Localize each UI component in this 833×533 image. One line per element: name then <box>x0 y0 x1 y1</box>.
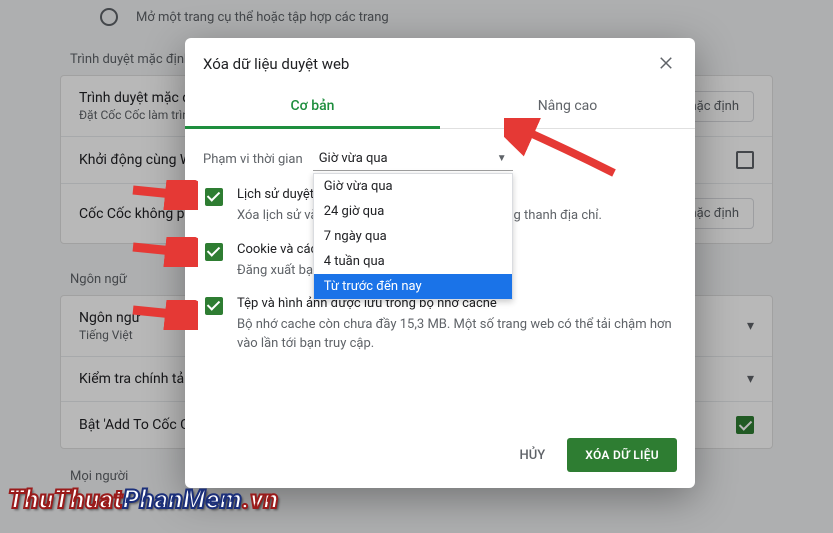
dropdown-triangle-icon: ▼ <box>497 153 507 164</box>
dialog-footer: HỦY XÓA DỮ LIỆU <box>185 424 695 488</box>
close-button[interactable] <box>657 54 677 74</box>
time-range-option[interactable]: Giờ vừa qua <box>314 174 512 199</box>
time-range-select[interactable]: Giờ vừa qua ▼ Giờ vừa qua 24 giờ qua 7 n… <box>313 147 513 171</box>
tab-basic[interactable]: Cơ bản <box>185 88 440 129</box>
checkbox-checked-icon[interactable] <box>205 297 223 315</box>
time-range-option[interactable]: 24 giờ qua <box>314 199 512 224</box>
time-range-label: Phạm vi thời gian <box>203 152 303 167</box>
time-range-option[interactable]: 4 tuần qua <box>314 249 512 274</box>
time-range-button[interactable]: Giờ vừa qua ▼ <box>313 147 513 171</box>
dialog-header: Xóa dữ liệu duyệt web <box>185 38 695 88</box>
cancel-button[interactable]: HỦY <box>508 440 558 471</box>
option-description: Bộ nhớ cache còn chưa đầy 15,3 MB. Một s… <box>237 316 675 354</box>
checkbox-checked-icon[interactable] <box>205 243 223 261</box>
tab-advanced[interactable]: Nâng cao <box>440 88 695 128</box>
dialog-body: Phạm vi thời gian Giờ vừa qua ▼ Giờ vừa … <box>185 129 695 424</box>
time-range-menu: Giờ vừa qua 24 giờ qua 7 ngày qua 4 tuần… <box>313 173 513 300</box>
time-range-option[interactable]: 7 ngày qua <box>314 224 512 249</box>
close-icon <box>657 54 675 72</box>
dialog-tabs: Cơ bản Nâng cao <box>185 88 695 129</box>
checkbox-checked-icon[interactable] <box>205 188 223 206</box>
dialog-title: Xóa dữ liệu duyệt web <box>203 55 349 73</box>
time-range-row: Phạm vi thời gian Giờ vừa qua ▼ Giờ vừa … <box>203 147 677 171</box>
time-range-option-selected[interactable]: Từ trước đến nay <box>314 274 512 299</box>
time-range-value: Giờ vừa qua <box>319 151 388 166</box>
clear-data-button[interactable]: XÓA DỮ LIỆU <box>567 438 677 472</box>
clear-browsing-data-dialog: Xóa dữ liệu duyệt web Cơ bản Nâng cao Ph… <box>185 38 695 488</box>
